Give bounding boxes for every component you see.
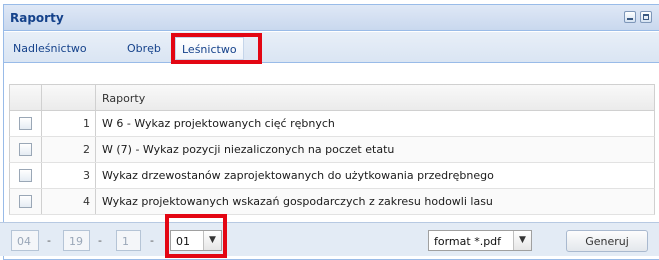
checkbox-column-header [10,85,42,110]
generate-button[interactable]: Generuj [566,230,648,252]
checkbox-cell [10,189,42,214]
checkbox-cell [10,163,42,188]
code-separator: - [98,234,102,247]
tab-obreb[interactable]: Obręb [127,42,161,55]
table-row[interactable]: 4 Wykaz projektowanych wskazań gospodarc… [9,189,655,215]
panel-header: Raporty [4,5,659,31]
row-number: 4 [83,195,90,208]
maximize-icon[interactable] [640,11,652,23]
column-header-raporty[interactable]: Raporty [102,92,145,105]
highlight-box-select [165,214,227,258]
chevron-down-icon[interactable]: ▼ [513,231,531,250]
table-row[interactable]: 2 W (7) - Wykaz pozycji niezaliczonych n… [9,137,655,163]
table-row[interactable]: 3 Wykaz drzewostanów zaprojektowanych do… [9,163,655,189]
report-name: W (7) - Wykaz pozycji niezaliczonych na … [102,143,395,156]
code-separator: - [150,234,154,247]
row-number: 3 [83,169,90,182]
panel-title: Raporty [10,11,64,25]
row-number: 2 [83,143,90,156]
row-checkbox[interactable] [19,195,32,208]
row-checkbox[interactable] [19,143,32,156]
code-separator: - [47,234,51,247]
tab-bar: Nadleśnictwo Obręb Leśnictwo [4,32,659,64]
number-column-header [42,85,96,110]
report-name: Wykaz drzewostanów zaprojektowanych do u… [102,169,494,182]
table-row[interactable]: 1 W 6 - Wykaz projektowanych cięć rębnyc… [9,111,655,137]
format-value: format *.pdf [434,235,502,248]
code-field-1: 04 [11,230,39,251]
format-select[interactable]: format *.pdf ▼ [428,230,532,251]
tab-nadlesnictwo[interactable]: Nadleśnictwo [13,42,87,55]
row-checkbox[interactable] [19,169,32,182]
row-checkbox[interactable] [19,117,32,130]
report-toolbar: 04 - 19 - 1 - 01 ▼ format *.pdf ▼ Generu… [0,222,659,256]
minimize-icon[interactable] [624,11,636,23]
grid-header: Raporty [9,84,655,111]
report-name: Wykaz projektowanych wskazań gospodarczy… [102,195,493,208]
checkbox-cell [10,137,42,162]
report-name: W 6 - Wykaz projektowanych cięć rębnych [102,117,335,130]
row-number: 1 [83,117,90,130]
code-field-3: 1 [116,230,141,251]
checkbox-cell [10,111,42,136]
code-field-2: 19 [63,230,90,251]
highlight-box-tab [171,33,262,64]
